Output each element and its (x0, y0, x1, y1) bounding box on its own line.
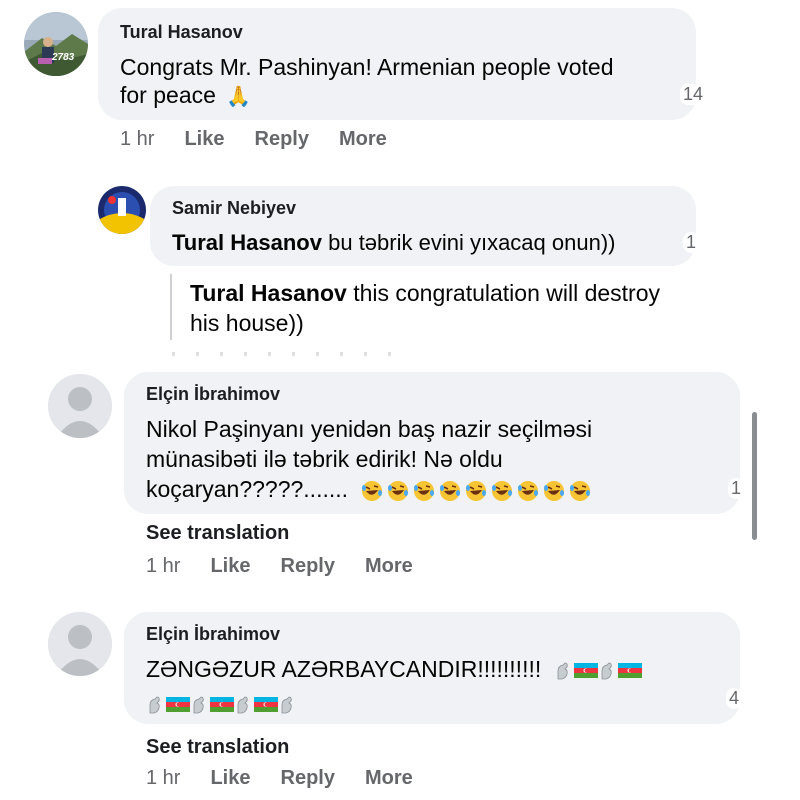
translation-text-line: his house)) (190, 310, 304, 336)
azerbaijan-flag-icon (617, 663, 642, 679)
reaction-count[interactable]: 1 (683, 232, 700, 253)
comment-timestamp: 1 hr (146, 767, 181, 789)
laughing-emoji-icon (518, 480, 539, 501)
reaction-count[interactable]: 1 (728, 478, 745, 499)
laughing-emoji-icon (414, 480, 435, 501)
flexed-arm-icon (149, 696, 160, 714)
avatar[interactable] (48, 612, 112, 676)
default-avatar-icon (48, 374, 112, 438)
reply-text: bu təbrik evini yıxacaq onun)) (328, 230, 616, 255)
comment-timestamp: 1 hr (120, 128, 155, 150)
comment-actions: 1 hr Like Reply More (146, 767, 443, 790)
reply-button[interactable]: Reply (281, 555, 335, 578)
folded-hands-icon: 🙏 (226, 85, 252, 108)
comment-actions: 1 hr Like Reply More (146, 555, 443, 578)
scrollbar-thumb[interactable] (752, 412, 757, 540)
comment-author[interactable]: Elçin İbrahimov (146, 384, 280, 405)
reply-author[interactable]: Samir Nebiyev (172, 198, 296, 219)
laughing-emoji-row (360, 476, 594, 502)
reaction-count[interactable]: 14 (680, 84, 707, 105)
comment-text-line: Congrats Mr. Pashinyan! Armenian people … (120, 54, 614, 80)
comment-text-fragment: for peace (120, 82, 216, 108)
see-translation-link[interactable]: See translation (146, 522, 289, 545)
comment-actions: 1 hr Like Reply More (120, 128, 417, 151)
laughing-emoji-icon (362, 480, 383, 501)
profile-photo-icon (98, 186, 146, 234)
laughing-emoji-icon (440, 480, 461, 501)
laughing-emoji-icon (544, 480, 565, 501)
profile-photo-icon (24, 12, 88, 76)
avatar-overlay-text: 2783 (52, 52, 75, 63)
like-button[interactable]: Like (210, 767, 250, 790)
reply-button[interactable]: Reply (255, 128, 309, 151)
flexed-arm-icon (193, 696, 204, 714)
mention-link[interactable]: Tural Hasanov (172, 230, 322, 255)
flexed-arm-icon (601, 662, 612, 680)
laughing-emoji-icon (388, 480, 409, 501)
avatar[interactable] (48, 374, 112, 438)
more-button[interactable]: More (339, 128, 387, 151)
comment-text-line: ZƏNGƏZUR AZƏRBAYCANDIR!!!!!!!!!! (146, 656, 642, 683)
arm-flag-emoji-row (554, 656, 642, 682)
arm-flag-emoji-row (146, 690, 296, 717)
like-button[interactable]: Like (184, 128, 224, 151)
azerbaijan-flag-icon (210, 697, 234, 713)
reply-button[interactable]: Reply (281, 767, 335, 790)
comment-text-line: Nikol Paşinyanı yenidən baş nazir seçilm… (146, 416, 593, 442)
default-avatar-icon (48, 612, 112, 676)
comment-author[interactable]: Elçin İbrahimov (146, 624, 280, 645)
translation-divider (170, 274, 172, 340)
laughing-emoji-icon (466, 480, 487, 501)
truncated-text-fragment (172, 352, 412, 356)
reaction-count[interactable]: 4 (726, 688, 743, 709)
translation-text-line: Tural Hasanov this congratulation will d… (190, 280, 660, 307)
comment-text-line: koçaryan?????....... (146, 476, 594, 503)
comment-author[interactable]: Tural Hasanov (120, 22, 243, 43)
translation-mention: Tural Hasanov (190, 280, 347, 306)
translation-text: this congratulation will destroy (353, 280, 661, 306)
laughing-emoji-icon (570, 480, 591, 501)
comment-timestamp: 1 hr (146, 555, 181, 577)
like-button[interactable]: Like (210, 555, 250, 578)
flexed-arm-icon (237, 696, 248, 714)
more-button[interactable]: More (365, 767, 413, 790)
comment-text-fragment: ZƏNGƏZUR AZƏRBAYCANDIR!!!!!!!!!! (146, 656, 542, 682)
flexed-arm-icon (557, 662, 568, 680)
more-button[interactable]: More (365, 555, 413, 578)
see-translation-link[interactable]: See translation (146, 736, 289, 759)
avatar[interactable]: 2783 (24, 12, 88, 76)
azerbaijan-flag-icon (166, 697, 190, 713)
comment-text-fragment: koçaryan?????....... (146, 476, 349, 502)
azerbaijan-flag-icon (254, 697, 278, 713)
comment-text-line: münasibəti ilə təbrik edirik! Nə oldu (146, 446, 503, 472)
reply-text-line: Tural Hasanov bu təbrik evini yıxacaq on… (172, 230, 615, 256)
avatar[interactable] (98, 186, 146, 234)
laughing-emoji-icon (492, 480, 513, 501)
azerbaijan-flag-icon (573, 663, 598, 679)
flexed-arm-icon (281, 696, 292, 714)
comment-text-line: for peace 🙏 (120, 82, 251, 109)
